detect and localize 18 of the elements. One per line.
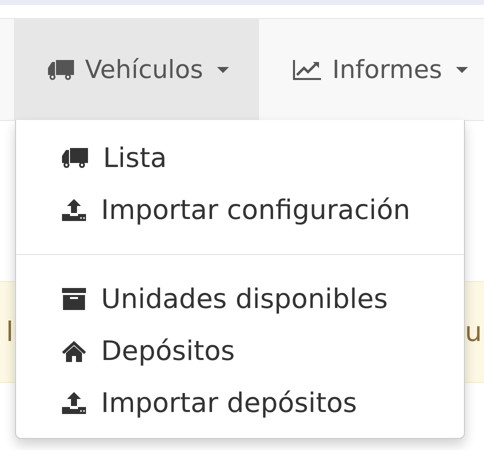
menu-item[interactable]: Unidades disponibles xyxy=(16,273,464,325)
nav-menu-item[interactable]: Vehículos xyxy=(14,19,260,120)
truck-icon xyxy=(47,58,75,80)
truck-icon xyxy=(61,147,89,169)
line-chart-icon xyxy=(292,58,322,80)
house-icon xyxy=(61,340,87,362)
upload-icon xyxy=(61,391,87,415)
caret-icon xyxy=(456,66,468,72)
caret-icon xyxy=(217,66,230,72)
menu-item[interactable]: Importar configuración xyxy=(16,184,464,236)
upload-icon xyxy=(61,198,87,222)
nav-menu-item[interactable]: Informes xyxy=(259,19,484,120)
menu-item[interactable]: Depósitos xyxy=(16,325,464,377)
alert-text: l xyxy=(6,316,14,348)
menu-item[interactable]: Importar depósitos xyxy=(16,377,464,429)
menu-item[interactable]: Lista xyxy=(16,132,464,184)
archive-box-icon xyxy=(61,287,87,311)
alert-text: u xyxy=(464,316,482,348)
